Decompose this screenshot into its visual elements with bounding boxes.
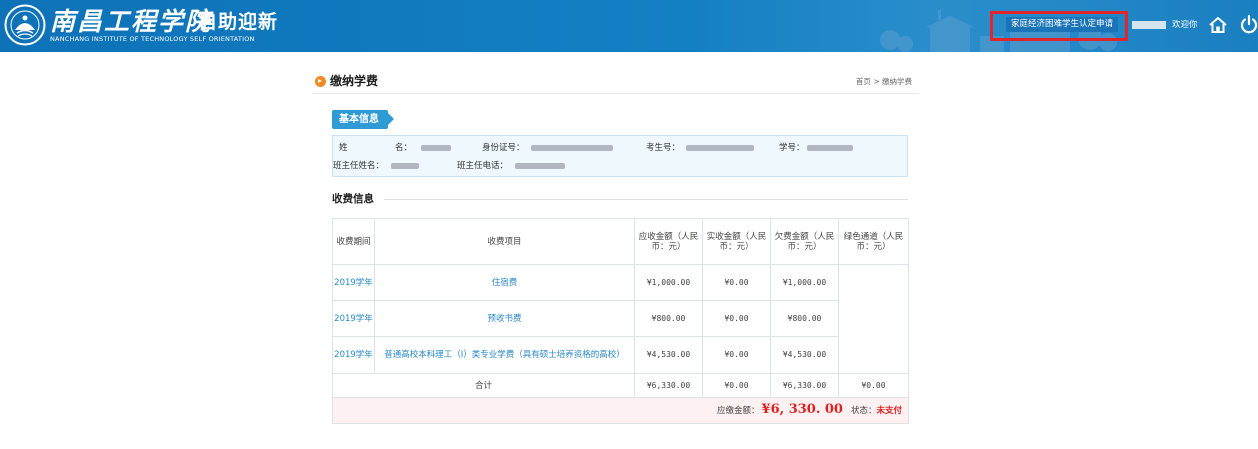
row-received: ¥0.00 <box>702 336 771 374</box>
table-row: 2019学年 住宿费 ¥1,000.00 ¥0.00 ¥1,000.00 <box>332 264 909 374</box>
basic-info-section-tag: 基本信息 <box>332 110 394 129</box>
basic-info-box: 姓 名： 身份证号： 考生号： 学号： 班主任姓名： 班主任电话： <box>332 135 908 177</box>
amount-due-cell: 应缴金额： ¥6, 330. 00 状态：未支付 <box>332 397 909 424</box>
exam-number-label: 考生号： <box>646 143 681 153</box>
fee-info-heading: 收费信息 <box>332 193 374 205</box>
table-row: 2019学年 预收书费 ¥800.00 ¥0.00 ¥800.00 <box>332 300 909 337</box>
col-header-receivable: 应收金额（人民币：元） <box>634 218 703 265</box>
head-teacher-name-redacted <box>391 163 419 169</box>
amount-due-row: 应缴金额： ¥6, 330. 00 状态：未支付 <box>332 397 909 424</box>
row-period: 2019学年 <box>332 264 375 301</box>
total-received: ¥0.00 <box>702 373 771 398</box>
fee-table: 收费期间 收费项目 应收金额（人民币：元） 实收金额（人民币：元） 欠费金额（人… <box>332 218 909 424</box>
row-receivable: ¥1,000.00 <box>634 264 703 301</box>
row-receivable: ¥800.00 <box>634 300 703 337</box>
row-receivable: ¥4,530.00 <box>634 336 703 374</box>
page-title-bar: 缴纳学费 首页 > 缴纳学费 <box>312 68 918 94</box>
school-name-english: NANCHANG INSTITUTE OF TECHNOLOGY SELF OR… <box>50 35 255 43</box>
row-item: 普通高校本科理工（Ⅰ）类专业学费（具有硕士培养资格的高校） <box>374 336 635 374</box>
col-header-owed: 欠费金额（人民币：元） <box>770 218 839 265</box>
student-number-label: 学号： <box>779 143 805 153</box>
row-received: ¥0.00 <box>702 264 771 301</box>
id-number-redacted <box>531 145 613 151</box>
row-received: ¥0.00 <box>702 300 771 337</box>
row-owed: ¥800.00 <box>770 300 839 337</box>
total-owed: ¥6,330.00 <box>770 373 839 398</box>
row-owed: ¥4,530.00 <box>770 336 839 374</box>
table-row: 2019学年 普通高校本科理工（Ⅰ）类专业学费（具有硕士培养资格的高校） ¥4,… <box>332 336 909 374</box>
row-period: 2019学年 <box>332 300 375 337</box>
amount-due-value: ¥6, 330. 00 <box>761 402 843 417</box>
seal-logo-icon[interactable] <box>4 4 46 46</box>
user-name-redacted <box>1132 21 1166 29</box>
col-header-received: 实收金额（人民币：元） <box>702 218 771 265</box>
exam-number-redacted <box>686 145 754 151</box>
hardship-application-link[interactable]: 家庭经济困难学生认定申请 <box>1006 17 1118 32</box>
name-label-1: 姓 <box>339 143 348 153</box>
head-teacher-phone-label: 班主任电话： <box>457 161 509 171</box>
row-period: 2019学年 <box>332 336 375 374</box>
amount-due-label: 应缴金额： <box>717 406 760 416</box>
breadcrumb: 首页 > 缴纳学费 <box>856 77 912 87</box>
total-label: 合计 <box>332 373 635 398</box>
tuition-panel: 缴纳学费 首页 > 缴纳学费 基本信息 姓 名： 身份证号： 考生号： 学号： … <box>312 68 918 430</box>
school-name-logo: 南昌工程学院 <box>50 7 213 36</box>
name-value-redacted <box>421 145 451 151</box>
student-number-redacted <box>807 145 853 151</box>
green-channel-empty-cell <box>838 264 909 374</box>
top-header: 南昌工程学院 自助迎新 NANCHANG INSTITUTE OF TECHNO… <box>0 0 1258 52</box>
payment-status-label: 状态： <box>850 406 877 416</box>
id-number-label: 身份证号： <box>482 143 525 153</box>
total-row: 合计 ¥6,330.00 ¥0.00 ¥6,330.00 ¥0.00 <box>332 373 909 398</box>
fee-heading-divider <box>384 199 908 200</box>
row-item: 住宿费 <box>374 264 635 301</box>
breadcrumb-current: 缴纳学费 <box>882 77 912 86</box>
table-header-row: 收费期间 收费项目 应收金额（人民币：元） 实收金额（人民币：元） 欠费金额（人… <box>332 218 909 265</box>
payment-status-value: 未支付 <box>876 406 902 416</box>
title-arrow-icon <box>315 76 326 87</box>
breadcrumb-separator: > <box>873 77 880 86</box>
name-label-2: 名： <box>395 143 413 153</box>
welcome-text: 欢迎你 <box>1172 20 1198 30</box>
total-green-channel: ¥0.00 <box>838 373 909 398</box>
row-item: 预收书费 <box>374 300 635 337</box>
total-receivable: ¥6,330.00 <box>634 373 703 398</box>
col-header-item: 收费项目 <box>374 218 635 265</box>
system-name: 自助迎新 <box>198 11 279 33</box>
head-teacher-phone-redacted <box>515 163 565 169</box>
head-teacher-name-label: 班主任姓名： <box>333 161 385 171</box>
power-icon[interactable] <box>1239 14 1258 34</box>
col-header-period: 收费期间 <box>332 218 375 265</box>
col-header-green-channel: 绿色通道（人民币：元） <box>838 218 909 265</box>
home-icon[interactable] <box>1208 15 1228 35</box>
row-owed: ¥1,000.00 <box>770 264 839 301</box>
page-title: 缴纳学费 <box>330 74 379 88</box>
breadcrumb-home-link[interactable]: 首页 <box>856 77 871 86</box>
